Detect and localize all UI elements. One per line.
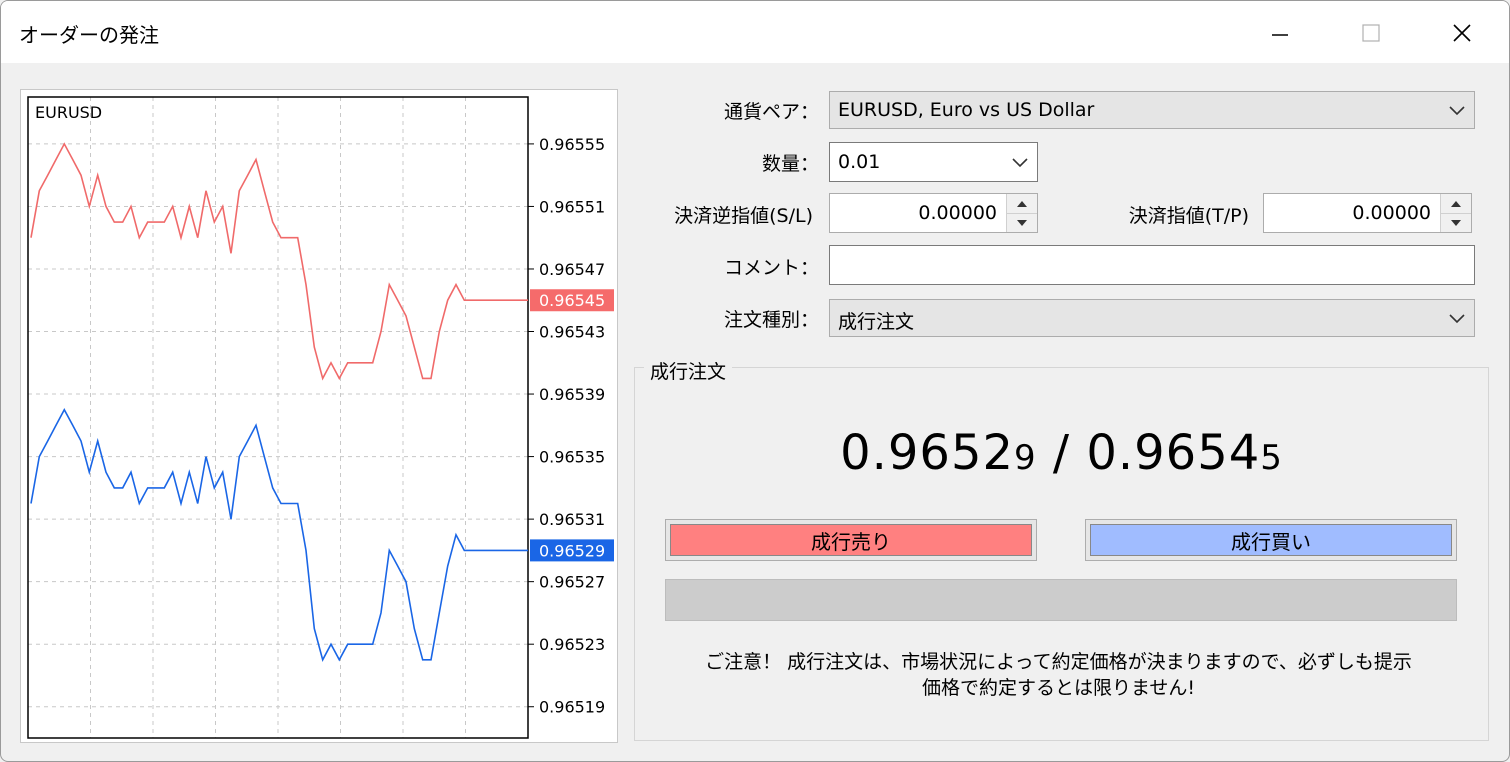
sl-spin-buttons	[1006, 194, 1037, 232]
chevron-down-icon	[1449, 106, 1465, 116]
bid-line	[30, 408, 528, 662]
y-tick-label: 0.96523	[539, 635, 605, 654]
volume-select-value: 0.01	[838, 151, 881, 173]
sl-value[interactable]: 0.00000	[918, 202, 997, 224]
sl-decrement-button[interactable]	[1007, 213, 1037, 232]
tp-increment-button[interactable]	[1441, 194, 1471, 214]
y-tick-label: 0.96519	[539, 698, 605, 717]
tp-label: 決済指値(T/P)	[1128, 205, 1249, 227]
pair-label: 通貨ペア：	[723, 101, 819, 123]
triangle-up-icon	[1451, 200, 1461, 207]
bid-price: 0.9652	[840, 425, 1015, 481]
price-separator: /	[1036, 425, 1087, 481]
triangle-down-icon	[1451, 219, 1461, 226]
tp-decrement-button[interactable]	[1441, 213, 1471, 232]
minimize-icon	[1272, 34, 1288, 36]
bid-price-badge: 0.96529	[539, 541, 605, 560]
chevron-down-icon	[1449, 314, 1465, 324]
close-icon	[1453, 24, 1471, 42]
ask-price: 0.9654	[1086, 425, 1261, 481]
comment-input[interactable]	[829, 245, 1475, 285]
ask-line	[30, 142, 528, 381]
y-tick-label: 0.96531	[539, 510, 605, 529]
order-type-select[interactable]: 成行注文	[829, 299, 1475, 337]
market-order-notice: ご注意！ 成行注文は、市場状況によって約定価格が決まりますので、必ずしも提示 価…	[641, 649, 1476, 701]
sell-button-label: 成行売り	[670, 524, 1032, 556]
chevron-down-icon	[1012, 158, 1028, 168]
bid-price-last-digit: 9	[1014, 438, 1037, 478]
y-tick-label: 0.96539	[539, 385, 605, 404]
notice-line-1: ご注意！ 成行注文は、市場状況によって約定価格が決まりますので、必ずしも提示	[705, 651, 1412, 673]
minimize-button[interactable]	[1257, 11, 1303, 55]
close-button[interactable]	[1439, 11, 1485, 55]
y-tick-label: 0.96547	[539, 260, 605, 279]
chart-symbol: EURUSD	[35, 103, 102, 122]
buy-button[interactable]: 成行買い	[1085, 519, 1457, 561]
y-tick-label: 0.96555	[539, 135, 605, 154]
order-type-label: 注文種別：	[723, 309, 819, 331]
ask-price-last-digit: 5	[1260, 438, 1283, 478]
market-order-group-title: 成行注文	[644, 357, 733, 384]
sl-increment-button[interactable]	[1007, 194, 1037, 214]
chart-svg: 0.96555 0.96551 0.96547 0.96543 0.96539 0.965…	[27, 96, 614, 739]
y-tick-label: 0.96527	[539, 573, 605, 592]
tp-stepper[interactable]: 0.00000	[1263, 193, 1472, 233]
comment-label: コメント：	[723, 257, 819, 279]
maximize-button[interactable]	[1348, 11, 1394, 55]
pair-select[interactable]: EURUSD, Euro vs US Dollar	[829, 91, 1475, 129]
buy-button-label: 成行買い	[1090, 524, 1452, 556]
y-tick-label: 0.96551	[539, 197, 605, 216]
volume-label: 数量：	[761, 153, 819, 175]
tp-value[interactable]: 0.00000	[1352, 202, 1431, 224]
window-title: オーダーの発注	[19, 23, 159, 47]
notice-line-2: 価格で約定するとは限りません!	[921, 677, 1196, 699]
price-display: 0.96529 / 0.96545	[634, 425, 1489, 481]
triangle-down-icon	[1017, 219, 1027, 226]
maximize-icon	[1362, 24, 1380, 42]
execution-progress-bar	[665, 579, 1457, 621]
volume-select[interactable]: 0.01	[829, 142, 1038, 182]
sl-label: 決済逆指値(S/L)	[674, 205, 813, 227]
sl-stepper[interactable]: 0.00000	[829, 193, 1038, 233]
tick-chart: 0.96555 0.96551 0.96547 0.96543 0.96539 0.965…	[20, 89, 618, 743]
ask-price-badge: 0.96545	[539, 291, 605, 310]
triangle-up-icon	[1017, 200, 1027, 207]
order-type-value: 成行注文	[838, 311, 915, 333]
tp-spin-buttons	[1440, 194, 1471, 232]
y-tick-label: 0.96543	[539, 323, 605, 342]
pair-select-value: EURUSD, Euro vs US Dollar	[838, 99, 1095, 121]
order-dialog: オーダーの発注 0.96555 0.96551 0.96547 0.96543 0.96…	[0, 0, 1510, 762]
y-tick-label: 0.96535	[539, 448, 605, 467]
sell-button[interactable]: 成行売り	[665, 519, 1037, 561]
title-bar: オーダーの発注	[1, 1, 1509, 63]
